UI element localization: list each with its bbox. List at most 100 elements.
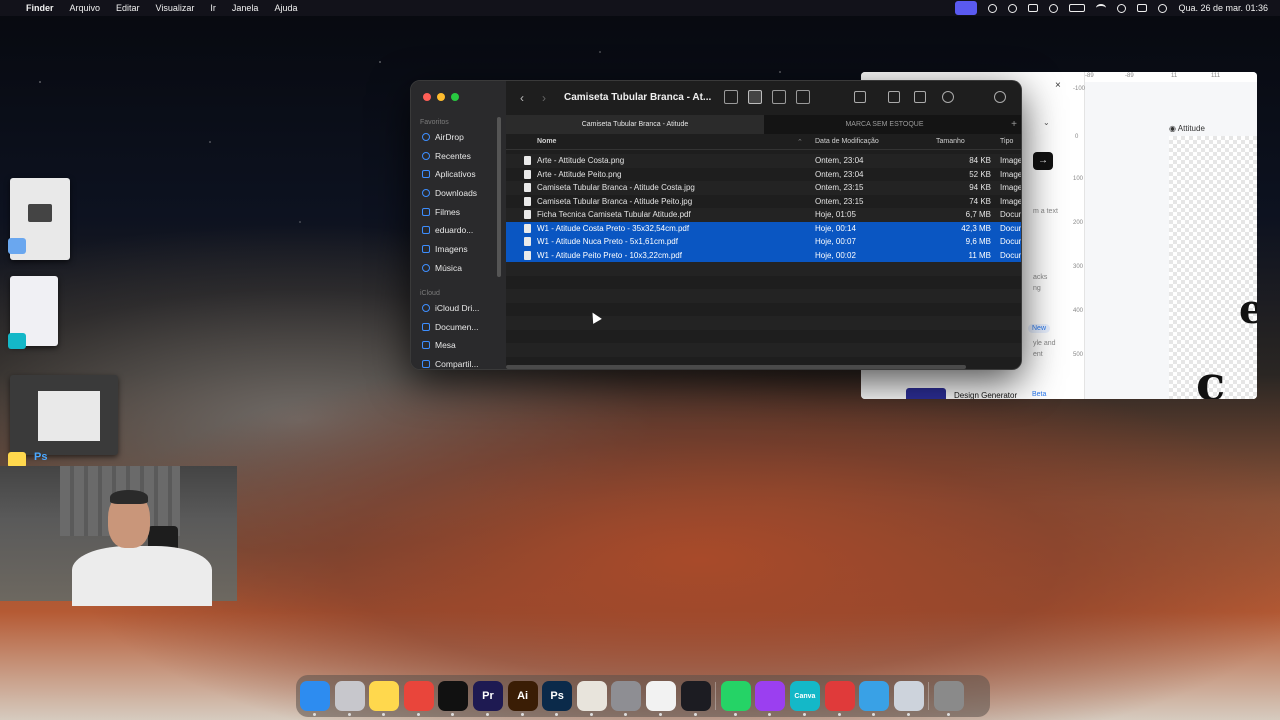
menu-ir[interactable]: Ir xyxy=(210,3,216,13)
dock-adobe-app-icon[interactable] xyxy=(576,681,607,716)
menu-datetime[interactable]: Qua. 26 de mar. 01:36 xyxy=(1178,3,1268,13)
dock-whatsapp-icon[interactable] xyxy=(720,681,751,716)
sidebar-scrollbar[interactable] xyxy=(497,117,501,277)
group-icon[interactable] xyxy=(854,91,866,103)
sidebar-item-filmes[interactable]: Filmes xyxy=(422,207,460,217)
table-row[interactable]: W1 - Atitude Peito Preto - 10x3,22cm.pdf… xyxy=(506,248,1021,262)
search-icon[interactable] xyxy=(994,91,1006,103)
column-date[interactable]: Data de Modificação xyxy=(815,138,879,145)
share-icon[interactable] xyxy=(888,91,900,103)
sidebar-item-downloads[interactable]: Downloads xyxy=(422,188,477,198)
menu-janela[interactable]: Janela xyxy=(232,3,259,13)
screen-share-icon[interactable] xyxy=(955,1,978,15)
tab-marca-sem-estoque[interactable]: MARCA SEM ESTOQUE xyxy=(764,115,1005,134)
icon-view-icon[interactable] xyxy=(724,90,738,104)
table-row[interactable]: W1 - Atitude Costa Preto - 35x32,54cm.pd… xyxy=(506,221,1021,235)
sidebar-item-compartilhado[interactable]: Compartil... xyxy=(422,359,478,369)
dock-system-settings-icon[interactable] xyxy=(611,681,642,716)
new-tab-button[interactable]: + xyxy=(1005,115,1021,134)
sidebar-item-recentes[interactable]: Recentes xyxy=(422,151,471,161)
empty-row xyxy=(506,276,1021,290)
dock-trash-icon[interactable] xyxy=(933,681,964,716)
menu-visualizar[interactable]: Visualizar xyxy=(156,3,195,13)
dock-finder-icon[interactable] xyxy=(300,681,330,716)
file-date: Ontem, 23:04 xyxy=(815,169,864,179)
chevron-down-icon[interactable]: ⌄ xyxy=(1043,118,1050,127)
dock-preview-icon[interactable] xyxy=(893,681,924,716)
sidebar-item-aplicativos[interactable]: Aplicativos xyxy=(422,169,476,179)
sidebar-item-icloud-drive[interactable]: iCloud Dri... xyxy=(422,303,479,313)
play-icon[interactable] xyxy=(1049,3,1059,13)
close-icon[interactable]: × xyxy=(1055,80,1061,91)
dock-davinci-icon[interactable] xyxy=(680,681,711,716)
sidebar-item-label: Mesa xyxy=(435,340,456,350)
dock-launchpad-icon[interactable] xyxy=(334,681,365,716)
file-size: 6,7 MB xyxy=(965,210,991,219)
file-name: W1 - Atitude Nuca Preto - 5x1,61cm.pdf xyxy=(537,237,678,246)
dock-icon-label: Ps xyxy=(550,690,564,702)
sidebar-item-home[interactable]: eduardo... xyxy=(422,225,473,235)
search-icon[interactable] xyxy=(1117,3,1127,13)
column-size[interactable]: Tamanho xyxy=(936,138,965,145)
design-generator-label[interactable]: Design Generator xyxy=(954,391,1017,399)
more-actions-icon[interactable] xyxy=(942,91,954,103)
siri-icon[interactable] xyxy=(1158,3,1168,13)
sidebar-item-musica[interactable]: Música xyxy=(422,263,462,273)
column-type[interactable]: Tipo xyxy=(1000,138,1013,145)
submit-arrow-button[interactable]: → xyxy=(1033,152,1053,170)
tab-camiseta-tubular[interactable]: Camiseta Tubular Branca - Atitude xyxy=(506,115,764,134)
dock-chatgpt-icon[interactable] xyxy=(645,681,676,716)
dock-capcut-icon[interactable] xyxy=(438,681,469,716)
battery-icon[interactable] xyxy=(1069,4,1086,12)
horizontal-scrollbar[interactable] xyxy=(506,365,966,369)
file-icon xyxy=(524,169,531,179)
close-window-button[interactable] xyxy=(423,93,431,101)
empty-row xyxy=(506,289,1021,303)
table-row[interactable]: W1 - Atitude Nuca Preto - 5x1,61cm.pdf Ho… xyxy=(506,235,1021,249)
minimize-window-button[interactable] xyxy=(437,93,445,101)
dock-proxyman-icon[interactable] xyxy=(859,681,890,716)
running-indicator xyxy=(485,713,489,716)
dock-illustrator-icon[interactable]: Ai xyxy=(507,681,538,716)
forward-button[interactable]: › xyxy=(542,91,546,105)
column-view-icon[interactable] xyxy=(772,90,786,104)
column-name[interactable]: Nome xyxy=(537,138,556,145)
cloud-icon xyxy=(422,304,430,312)
running-indicator xyxy=(589,713,593,716)
dock-chrome-icon[interactable] xyxy=(403,681,434,716)
file-type: Documento xyxy=(1000,223,1021,233)
dock-creative-cloud-icon[interactable] xyxy=(824,681,855,716)
dock-linear-app-icon[interactable] xyxy=(755,681,786,716)
dock-photoshop-icon[interactable]: Ps xyxy=(542,681,573,716)
back-button[interactable]: ‹ xyxy=(520,91,524,105)
sidebar-item-airdrop[interactable]: AirDrop xyxy=(422,132,464,142)
gear-icon[interactable] xyxy=(988,3,998,13)
zoom-window-button[interactable] xyxy=(451,93,459,101)
sidebar-item-mesa[interactable]: Mesa xyxy=(422,340,456,350)
gallery-view-icon[interactable] xyxy=(796,90,810,104)
car-icon[interactable] xyxy=(1028,4,1039,12)
wifi-icon[interactable] xyxy=(1096,4,1107,12)
dock-canva-icon[interactable]: Canva xyxy=(789,681,820,716)
control-center-icon[interactable] xyxy=(1137,4,1148,12)
tag-icon[interactable] xyxy=(914,91,926,103)
dock-premiere-icon[interactable]: Pr xyxy=(472,681,503,716)
menu-editar[interactable]: Editar xyxy=(116,3,140,13)
design-generator-icon xyxy=(906,388,946,399)
table-row[interactable]: Camiseta Tubular Branca - Atitude Costa.… xyxy=(506,181,1021,195)
menu-ajuda[interactable]: Ajuda xyxy=(274,3,297,13)
vpn-icon[interactable] xyxy=(1008,3,1018,13)
table-row[interactable]: Arte - Attitude Costa.png Ontem, 23:04 84 … xyxy=(506,154,1021,168)
layer-label[interactable]: ◉ Attitude xyxy=(1169,124,1205,133)
list-view-icon[interactable] xyxy=(748,90,762,104)
dock-notes-icon[interactable] xyxy=(369,681,400,716)
table-row[interactable]: Arte - Attitude Peito.png Ontem, 23:04 52 … xyxy=(506,168,1021,182)
sidebar-item-documentos[interactable]: Documen... xyxy=(422,322,478,332)
table-row[interactable]: Ficha Tecnica Camiseta Tubular Atitude.p… xyxy=(506,208,1021,222)
table-row[interactable]: Camiseta Tubular Branca - Atitude Peito.… xyxy=(506,195,1021,209)
desktop-window-thumbnail-2[interactable] xyxy=(10,375,118,455)
menu-app-finder[interactable]: Finder xyxy=(26,3,54,13)
sidebar-item-imagens[interactable]: Imagens xyxy=(422,244,468,254)
menu-arquivo[interactable]: Arquivo xyxy=(70,3,101,13)
sort-chevron-icon[interactable]: ⌃ xyxy=(797,138,803,146)
